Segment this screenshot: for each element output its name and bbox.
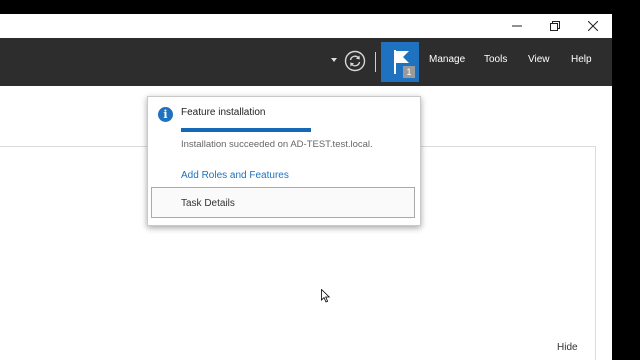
close-icon[interactable]: [573, 14, 612, 38]
hide-link[interactable]: Hide: [557, 342, 578, 353]
notification-title: Feature installation: [181, 107, 266, 118]
toolbar: 1 Manage Tools View Help: [0, 38, 612, 86]
chevron-down-icon[interactable]: [331, 58, 337, 62]
menu-view[interactable]: View: [528, 54, 550, 65]
task-details-button[interactable]: Task Details: [151, 187, 415, 218]
mouse-cursor-icon: [321, 289, 331, 303]
minimize-icon[interactable]: [497, 14, 537, 38]
restore-icon[interactable]: [535, 14, 575, 38]
menu-help[interactable]: Help: [571, 54, 592, 65]
menu-tools[interactable]: Tools: [484, 54, 507, 65]
notification-count-badge: 1: [403, 66, 415, 78]
task-details-label: Task Details: [181, 198, 235, 209]
server-manager-window: 1 Manage Tools View Help Hide i Feature …: [0, 14, 612, 360]
info-icon: i: [158, 107, 173, 122]
title-bar: [0, 14, 612, 38]
notifications-button[interactable]: 1: [381, 42, 419, 82]
progress-bar-fill: [181, 128, 311, 132]
progress-bar: [181, 128, 311, 132]
toolbar-separator: [375, 52, 376, 72]
add-roles-features-link[interactable]: Add Roles and Features: [181, 170, 289, 181]
refresh-icon[interactable]: [344, 50, 366, 72]
notification-status: Installation succeeded on AD-TEST.test.l…: [181, 139, 373, 150]
notification-popup: i Feature installation Installation succ…: [147, 96, 421, 226]
menu-manage[interactable]: Manage: [429, 54, 465, 65]
